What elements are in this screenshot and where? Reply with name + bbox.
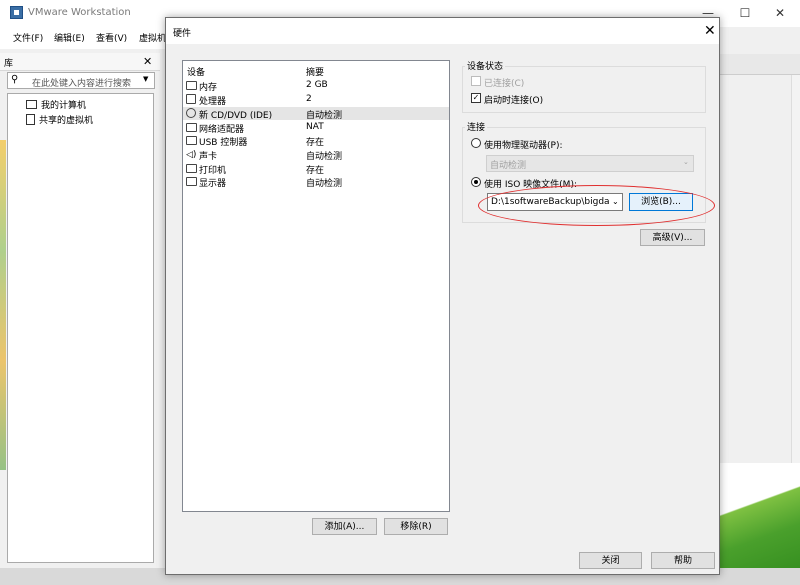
library-search-placeholder: 在此处键入内容进行搜索 [32, 79, 132, 89]
chevron-down-icon[interactable]: ▼ [143, 75, 148, 83]
tree-item-shared-vms[interactable]: 共享的虚拟机 [26, 113, 93, 126]
connected-label: 已连接(C) [484, 79, 525, 89]
dialog-close-icon[interactable]: ✕ [704, 23, 716, 39]
vmware-logo-icon [10, 6, 23, 19]
library-header [0, 53, 160, 71]
remove-device-button[interactable]: 移除(R) [384, 518, 448, 535]
display-icon [186, 177, 197, 186]
device-row-cd-dvd[interactable]: 新 CD/DVD (IDE) 自动检测 [183, 107, 449, 121]
library-title: 库 [4, 59, 14, 69]
column-header-device[interactable]: 设备 [187, 65, 205, 78]
desktop-background-edge [0, 140, 6, 470]
physical-drive-value: 自动检测 [490, 161, 527, 171]
chevron-down-icon[interactable]: ⌄ [612, 197, 619, 206]
memory-icon [186, 81, 197, 90]
cd-dvd-icon [186, 108, 196, 118]
chevron-down-icon: ⌄ [683, 158, 689, 166]
device-row-sound-card[interactable]: ◁) 声卡 自动检测 [183, 148, 449, 162]
search-icon: ⚲ [11, 74, 19, 85]
device-row-memory[interactable]: 内存 2 GB [183, 79, 449, 93]
desktop-background-image [716, 463, 800, 585]
app-title: VMware Workstation [28, 7, 131, 18]
device-status-title: 设备状态 [465, 59, 506, 72]
iso-path-value: D:\1softwareBackup\bigdata [491, 197, 609, 207]
device-row-network-adapter[interactable]: 网络适配器 NAT [183, 121, 449, 135]
menu-edit[interactable]: 编辑(E) [54, 31, 85, 44]
advanced-button[interactable]: 高级(V)... [640, 229, 705, 246]
menu-file[interactable]: 文件(F) [13, 31, 43, 44]
dialog-titlebar [166, 18, 719, 44]
use-physical-drive-radio[interactable] [471, 138, 481, 148]
vertical-scrollbar[interactable] [791, 75, 800, 463]
menu-vm[interactable]: 虚拟机 [139, 31, 166, 44]
connection-title: 连接 [465, 120, 488, 133]
device-row-printer[interactable]: 打印机 存在 [183, 162, 449, 176]
help-button[interactable]: 帮助 [651, 552, 715, 569]
menu-view[interactable]: 查看(V) [96, 31, 127, 44]
connect-at-power-on-checkbox[interactable]: ✓ [471, 93, 481, 103]
tab-bar [716, 54, 800, 75]
use-iso-image-radio[interactable] [471, 177, 481, 187]
dialog-title: 硬件 [173, 29, 192, 39]
maximize-button[interactable]: ☐ [727, 2, 763, 24]
column-header-summary[interactable]: 摘要 [306, 65, 324, 78]
close-button[interactable]: 关闭 [579, 552, 642, 569]
use-physical-drive-label: 使用物理驱动器(P): [484, 141, 563, 151]
browse-button[interactable]: 浏览(B)... [629, 193, 693, 211]
connected-checkbox [471, 76, 481, 86]
sound-card-icon: ◁) [186, 150, 197, 160]
add-device-button[interactable]: 添加(A)... [312, 518, 377, 535]
printer-icon [186, 164, 197, 173]
usb-icon [186, 136, 197, 145]
use-iso-image-label: 使用 ISO 映像文件(M): [484, 180, 577, 190]
library-close-button[interactable]: ✕ [143, 55, 152, 68]
close-window-button[interactable]: ✕ [762, 2, 798, 24]
library-tree [7, 93, 154, 563]
connect-at-power-on-label: 启动时连接(O) [484, 96, 544, 106]
device-row-usb-controller[interactable]: USB 控制器 存在 [183, 134, 449, 148]
device-row-processor[interactable]: 处理器 2 [183, 93, 449, 107]
computer-icon [26, 100, 37, 109]
processor-icon [186, 94, 196, 104]
tree-item-my-computer[interactable]: 我的计算机 [26, 98, 86, 111]
device-row-display[interactable]: 显示器 自动检测 [183, 175, 449, 189]
shared-vm-icon [26, 114, 35, 125]
network-adapter-icon [186, 123, 197, 132]
